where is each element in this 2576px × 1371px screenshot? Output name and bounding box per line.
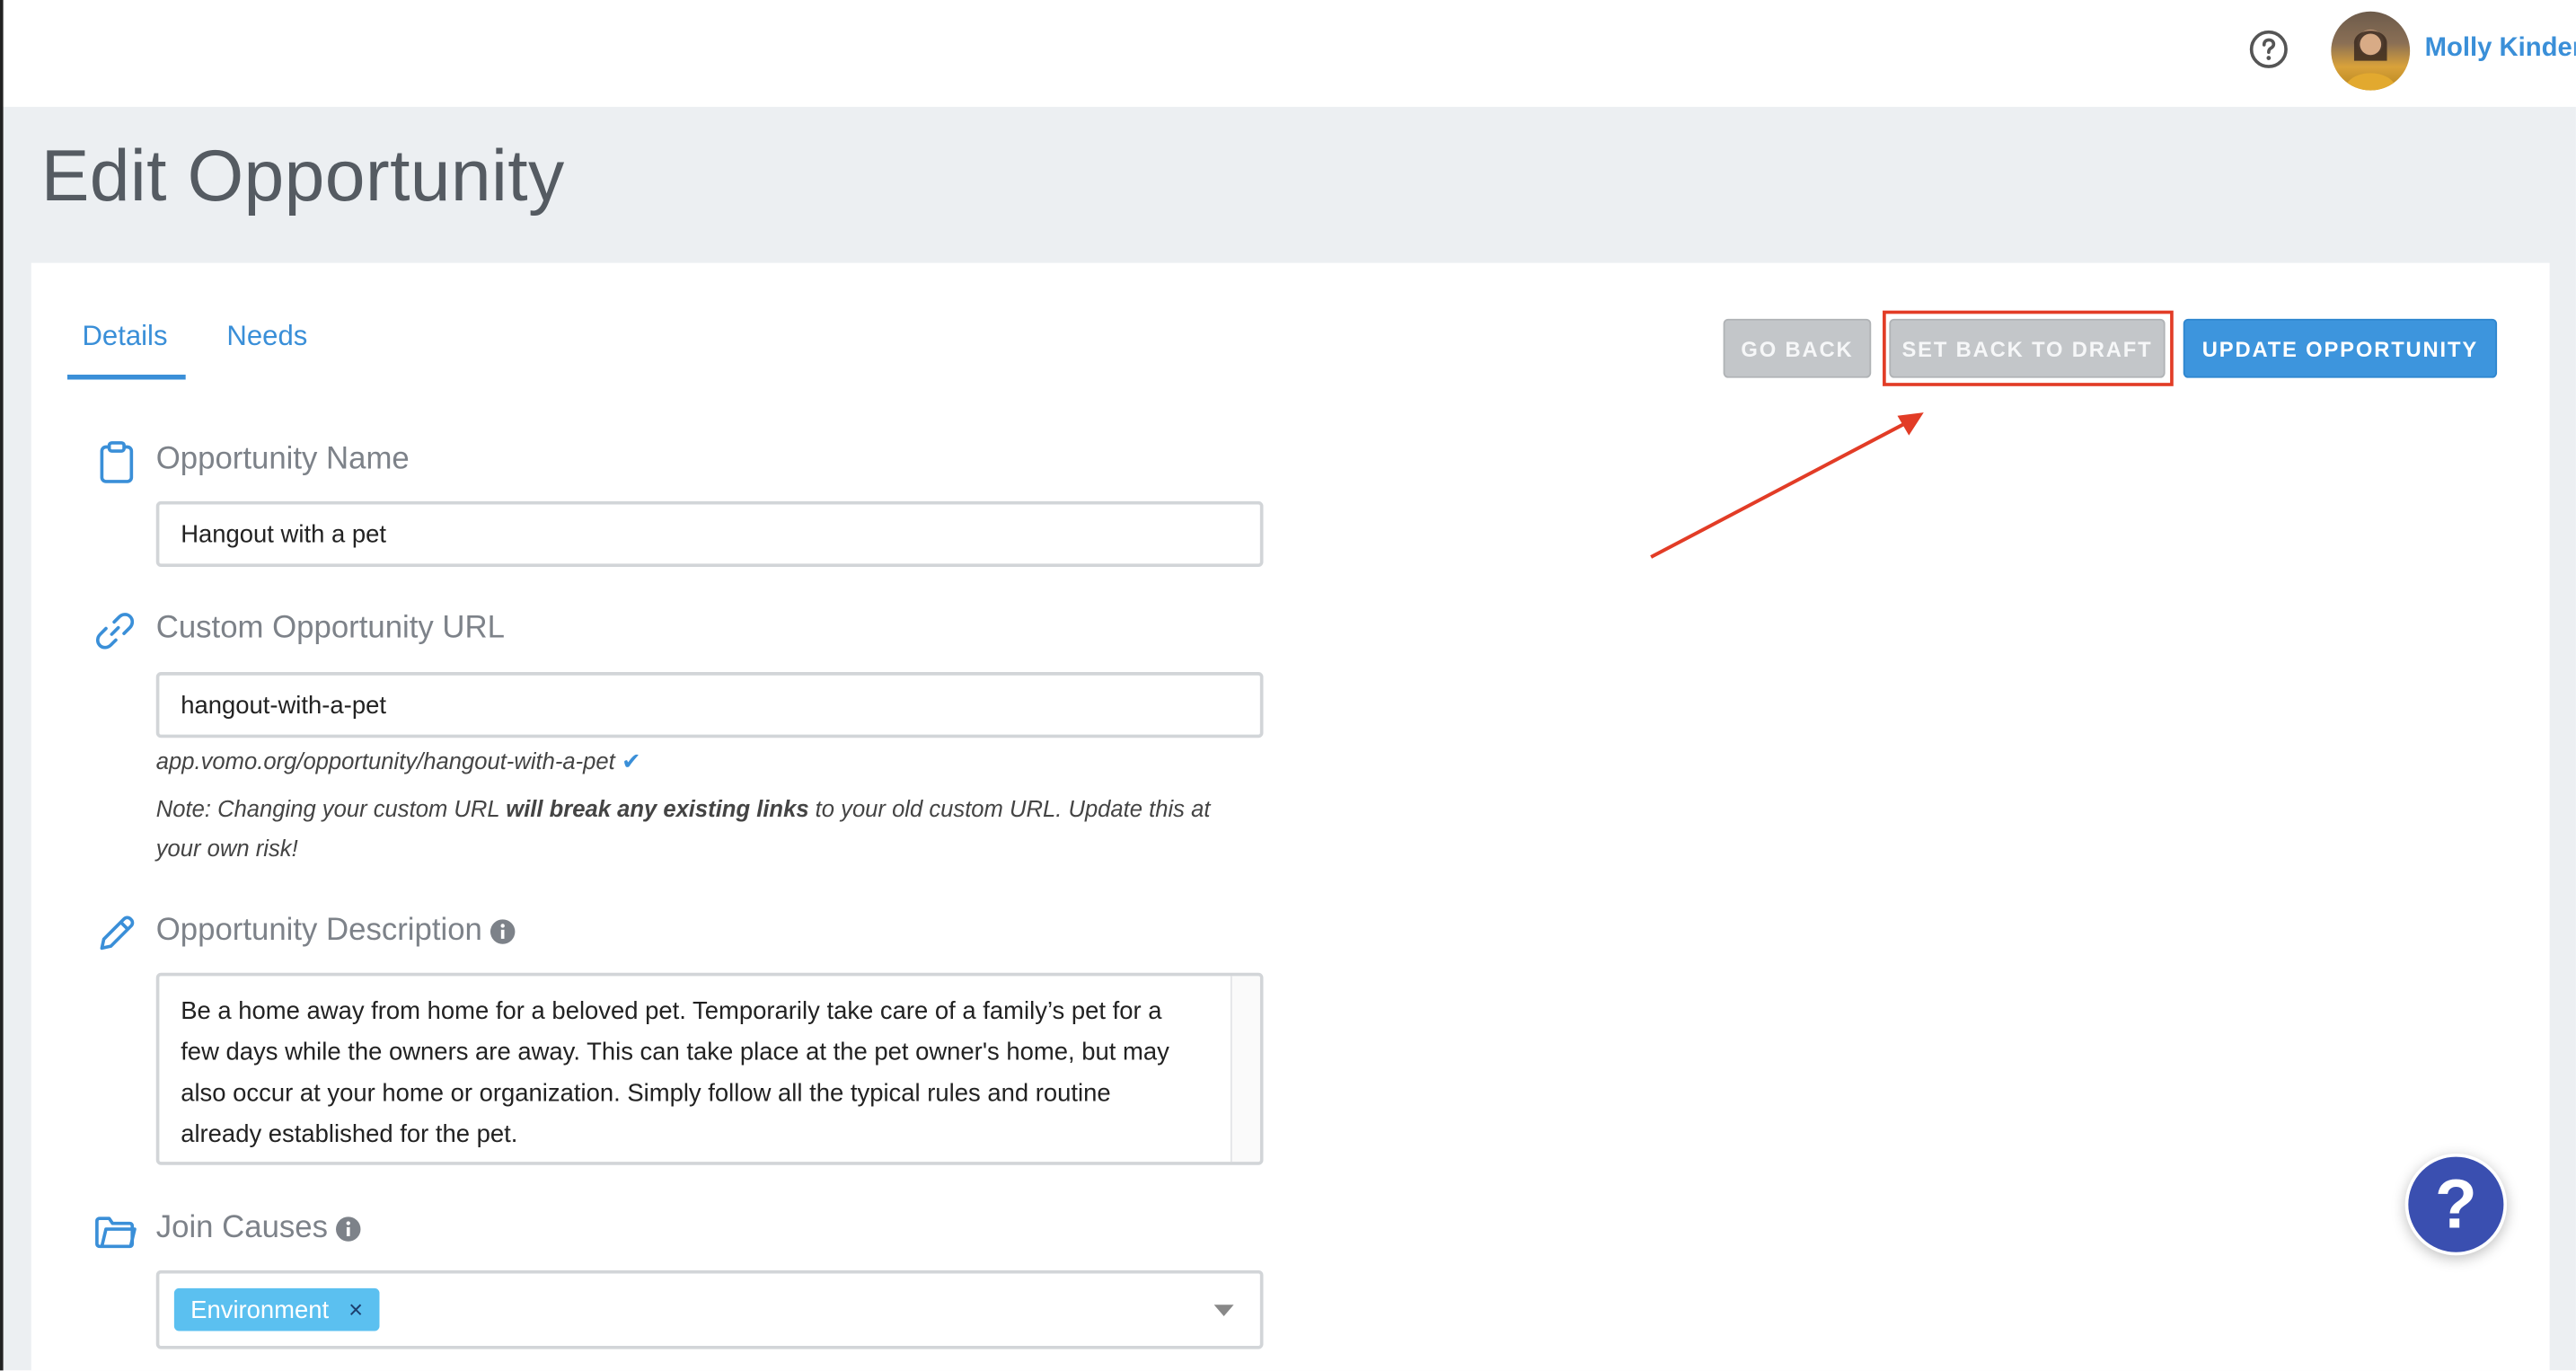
description-value: Be a home away from home for a beloved p… — [181, 997, 1169, 1149]
opportunity-name-label: Opportunity Name — [156, 442, 410, 478]
set-back-to-draft-button[interactable]: SET BACK TO DRAFT — [1889, 318, 2166, 378]
tab-needs[interactable]: Needs — [226, 321, 307, 354]
link-icon — [95, 613, 135, 650]
custom-url-input[interactable]: hangout-with-a-pet — [155, 672, 1264, 739]
pencil-icon — [100, 915, 135, 951]
top-bar: Molly Kinder — [3, 0, 2576, 107]
help-chat-button[interactable]: ? — [2404, 1153, 2508, 1256]
description-textarea[interactable]: Be a home away from home for a beloved p… — [155, 972, 1264, 1165]
cause-chip-label: Environment — [190, 1296, 330, 1324]
tab-details[interactable]: Details — [82, 321, 167, 354]
description-label: Opportunity Description — [156, 914, 516, 950]
folder-icon — [95, 1216, 137, 1249]
help-icon[interactable] — [2249, 30, 2289, 69]
custom-url-label: Custom Opportunity URL — [156, 611, 505, 647]
url-preview-text: app.vomo.org/opportunity/hangout-with-a-… — [155, 747, 615, 774]
causes-select[interactable]: Environment × — [155, 1269, 1264, 1349]
app-window: Molly Kinder Edit Opportunity Details Ne… — [0, 0, 2576, 1371]
cause-chip: Environment × — [173, 1287, 380, 1331]
info-icon[interactable] — [489, 918, 515, 944]
annotation-arrow — [1650, 412, 1924, 559]
join-causes-label-text: Join Causes — [155, 1210, 328, 1246]
note-prefix: Note: Changing your custom URL — [155, 795, 507, 822]
opportunity-name-value: Hangout with a pet — [181, 519, 386, 548]
join-causes-label: Join Causes — [156, 1211, 361, 1247]
active-tab-indicator — [66, 375, 186, 380]
update-opportunity-button[interactable]: UPDATE OPPORTUNITY — [2183, 318, 2498, 378]
remove-cause-icon[interactable]: × — [348, 1296, 363, 1323]
user-name-link[interactable]: Molly Kinder — [2425, 34, 2576, 64]
go-back-button[interactable]: GO BACK — [1723, 318, 1872, 378]
opportunity-name-label-text: Opportunity Name — [155, 442, 410, 477]
user-avatar[interactable] — [2331, 11, 2411, 91]
custom-url-value: hangout-with-a-pet — [181, 691, 386, 720]
opportunity-name-input[interactable]: Hangout with a pet — [155, 500, 1264, 568]
checkmark-icon: ✔ — [622, 747, 641, 774]
url-preview: app.vomo.org/opportunity/hangout-with-a-… — [156, 747, 641, 775]
avatar-image — [2343, 29, 2397, 91]
page-title: Edit Opportunity — [40, 136, 565, 217]
custom-url-label-text: Custom Opportunity URL — [155, 611, 505, 646]
chevron-down-icon[interactable] — [1213, 1305, 1234, 1317]
clipboard-icon — [100, 441, 134, 483]
info-icon[interactable] — [334, 1216, 360, 1242]
note-bold: will break any existing links — [506, 795, 809, 822]
url-change-note: Note: Changing your custom URL will brea… — [156, 789, 1257, 868]
textarea-scrollbar[interactable] — [1230, 976, 1260, 1163]
description-label-text: Opportunity Description — [155, 913, 482, 949]
